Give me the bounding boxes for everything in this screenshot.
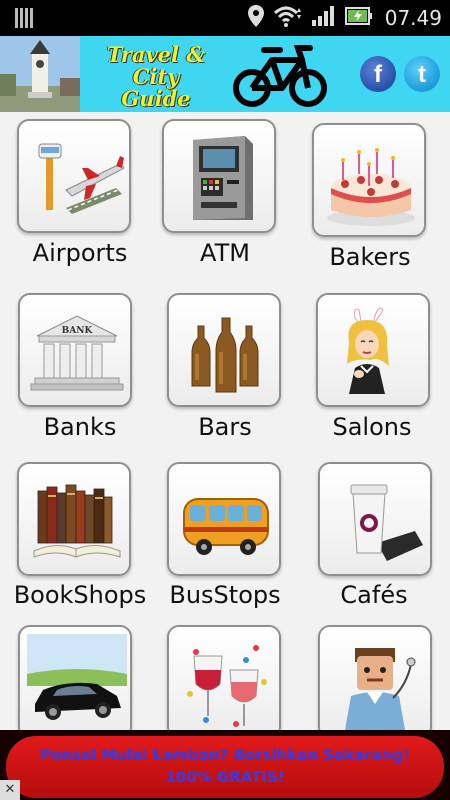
car-icon: [18, 625, 132, 730]
location-icon: [247, 4, 265, 32]
category-label: Airports: [32, 239, 128, 267]
beer-bottles-icon: [167, 293, 281, 407]
notification-icon: [14, 7, 34, 33]
signal-icon: [311, 4, 337, 32]
svg-text:BANK: BANK: [62, 326, 94, 336]
bicycle-icon: [232, 42, 328, 112]
category-grid: Airports ATM Bakers BANK Banks Bars Salo…: [0, 112, 450, 730]
coffee-cup-icon: [318, 462, 432, 576]
battery-charging-icon: [344, 4, 373, 32]
app-title: Travel & City Guide: [86, 44, 226, 110]
facebook-button[interactable]: f: [360, 56, 396, 92]
category-label: Bars: [198, 413, 252, 441]
header-banner: Travel & City Guide f t: [0, 36, 450, 112]
category-label: Salons: [332, 413, 412, 441]
category-label: Banks: [43, 413, 117, 441]
twitter-button[interactable]: t: [404, 56, 440, 92]
doctor-icon: [318, 625, 432, 730]
category-label: Cafés: [340, 581, 408, 609]
books-icon: [17, 462, 131, 576]
ad-close-button[interactable]: ✕: [0, 780, 20, 800]
app-title-line2: Guide: [121, 86, 191, 111]
category-label: Bakers: [329, 243, 411, 271]
ad-banner[interactable]: Ponsel Mulai Lamban? Bersihkan Sekarang!…: [0, 730, 450, 800]
atm-icon: [162, 119, 276, 233]
category-label: BookShops: [13, 581, 147, 609]
wine-glasses-icon: [167, 625, 281, 730]
app-title-line1: Travel & City: [106, 42, 206, 89]
bank-icon: BANK: [18, 293, 132, 407]
city-photo: [0, 36, 80, 112]
wifi-icon: [273, 4, 303, 32]
salon-woman-icon: [316, 293, 430, 407]
category-label: ATM: [200, 239, 250, 267]
ad-line1: Ponsel Mulai Lamban? Bersihkan Sekarang!: [39, 746, 411, 764]
status-bar: 07.49: [0, 0, 450, 36]
airport-icon: [17, 119, 131, 233]
category-label: BusStops: [169, 581, 281, 609]
cake-icon: [312, 123, 426, 237]
clock: 07.49: [384, 6, 442, 30]
ad-button[interactable]: Ponsel Mulai Lamban? Bersihkan Sekarang!…: [6, 736, 444, 798]
bus-icon: [167, 462, 281, 576]
ad-line2: 100% GRATIS!: [165, 768, 285, 786]
